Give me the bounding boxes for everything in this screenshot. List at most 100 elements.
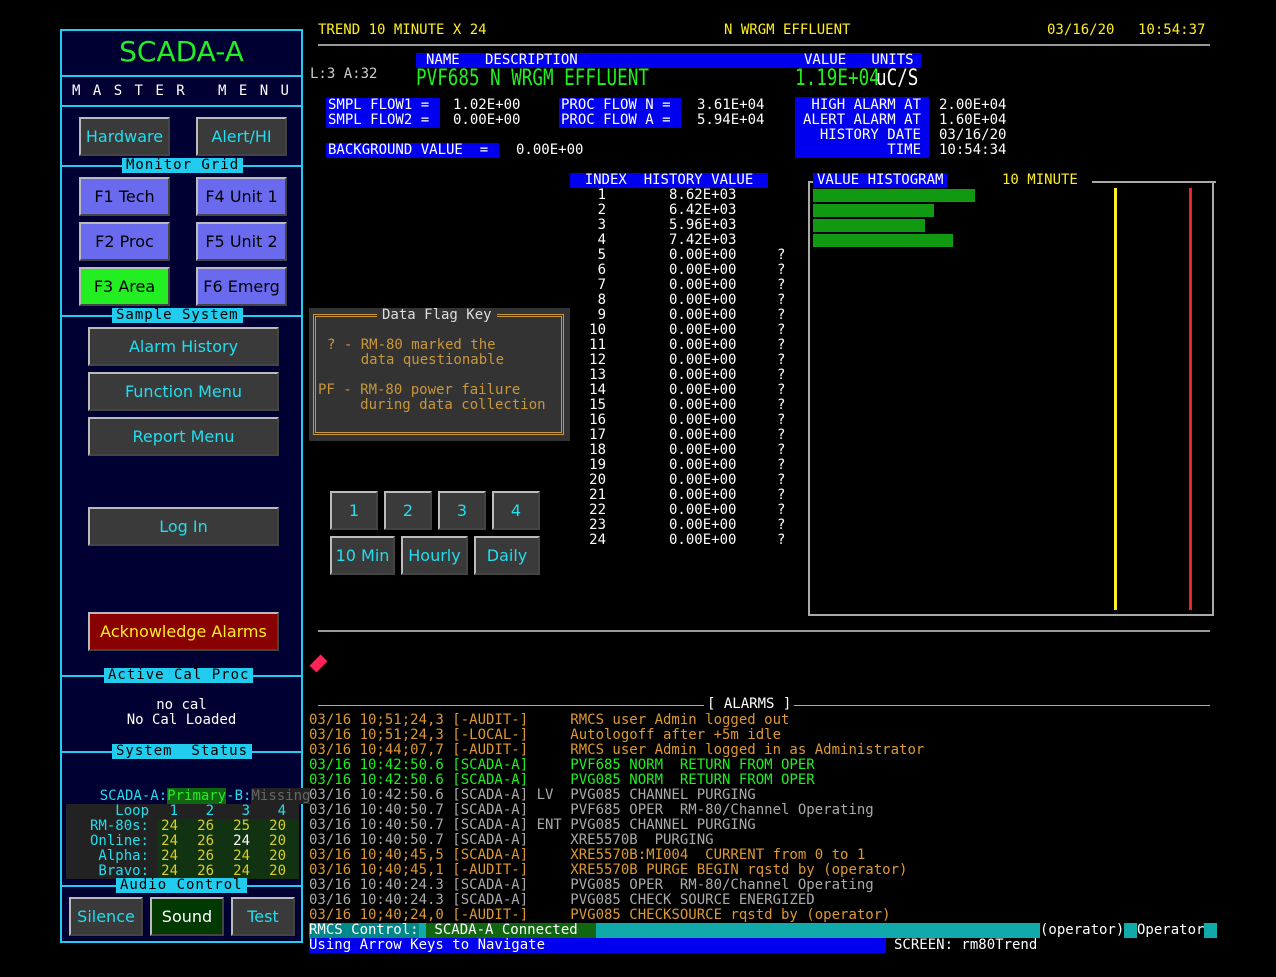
loop-row-label: Alpha: [98, 848, 149, 864]
f3-area-button[interactable]: F3 Area [79, 267, 170, 306]
alert-hi-button[interactable]: Alert/HI [196, 117, 287, 156]
history-value: 0.00E+00 [669, 322, 737, 338]
acknowledge-alarms-button[interactable]: Acknowledge Alarms [88, 612, 279, 651]
history-index: 21 [589, 487, 606, 503]
header-divider [318, 44, 1210, 46]
primary-badge: Primary [167, 788, 227, 804]
history-index: 15 [589, 397, 606, 413]
background-value: 0.00E+00 [516, 142, 584, 158]
alarm-indicator-diamond [309, 654, 328, 673]
history-value: 0.00E+00 [669, 427, 737, 443]
history-date-value: 03/16/20 [939, 127, 1007, 143]
history-flag: ? [777, 382, 786, 398]
history-index: 13 [589, 367, 606, 383]
loop-cell: 1 [169, 803, 178, 819]
range-10min-button[interactable]: 10 Min [330, 536, 395, 575]
function-menu-button[interactable]: Function Menu [88, 372, 279, 411]
range-hourly-button[interactable]: Hourly [401, 536, 468, 575]
alarm-row[interactable]: 03/16 10:40:24.3 [SCADA-A] PVG085 CHECK … [309, 893, 815, 908]
f4-unit1-button[interactable]: F4 Unit 1 [196, 177, 287, 216]
alarm-row[interactable]: 03/16 10:40:50.7 [SCADA-A] ENT PVG085 CH… [309, 818, 756, 833]
trend-divider [318, 630, 1210, 632]
trend-button-3[interactable]: 3 [438, 491, 486, 530]
silence-button[interactable]: Silence [69, 897, 143, 936]
loop-cell: 20 [269, 863, 286, 879]
history-flag: ? [777, 397, 786, 413]
alarm-row[interactable]: 03/16 10;51;24,3 [-LOCAL-] Autologoff af… [309, 728, 781, 743]
active-cal-title: Active Cal Proc [104, 668, 254, 683]
loop-cell: 25 [233, 818, 250, 834]
alarm-row[interactable]: 03/16 10;40;24,0 [-AUDIT-] PVG085 CHECKS… [309, 908, 891, 923]
trend-button-1[interactable]: 1 [330, 491, 378, 530]
range-daily-button[interactable]: Daily [474, 536, 540, 575]
f1-tech-button[interactable]: F1 Tech [79, 177, 170, 216]
loop-row-label: RM-80s: [89, 818, 149, 834]
alarm-row[interactable]: 03/16 10:42:50.6 [SCADA-A] PVG085 NORM R… [309, 773, 815, 788]
smpl-flow2-value: 0.00E+00 [453, 112, 521, 128]
histogram-bar [813, 234, 953, 247]
history-index: 17 [589, 427, 606, 443]
history-index: 11 [589, 337, 606, 353]
history-value: 0.00E+00 [669, 307, 737, 323]
loop-cell: 24 [161, 833, 178, 849]
alarm-row[interactable]: 03/16 10:42:50.6 [SCADA-A] PVF685 NORM R… [309, 758, 815, 773]
alarm-row[interactable]: 03/16 10:40:50.7 [SCADA-A] PVF685 OPER R… [309, 803, 874, 818]
history-index: 18 [589, 442, 606, 458]
histogram-bar [813, 204, 934, 217]
navigation-hint: Using Arrow Keys to Navigate [309, 937, 546, 953]
history-flag: ? [777, 352, 786, 368]
history-value: 0.00E+00 [669, 442, 737, 458]
smpl-flow1-label: SMPL FLOW1 = [326, 97, 440, 113]
alarm-row[interactable]: 03/16 10:42:50.6 [SCADA-A] LV PVG085 CHA… [309, 788, 756, 803]
header-date: 03/16/20 [1047, 22, 1115, 38]
report-menu-button[interactable]: Report Menu [88, 417, 279, 456]
histogram-plot [813, 188, 1208, 610]
history-index: 23 [589, 517, 606, 533]
f2-proc-button[interactable]: F2 Proc [79, 222, 170, 261]
sound-button[interactable]: Sound [150, 897, 224, 936]
trend-button-2[interactable]: 2 [384, 491, 432, 530]
data-flag-key-panel: Data Flag Key ? - RM-80 marked the data … [309, 308, 570, 441]
history-value: 0.00E+00 [669, 292, 737, 308]
history-table-header: INDEX HISTORY VALUE [570, 173, 768, 188]
history-value: 0.00E+00 [669, 457, 737, 473]
log-in-button[interactable]: Log In [88, 507, 279, 546]
loop-cell: 24 [161, 818, 178, 834]
alarm-row[interactable]: 03/16 10:40:24.3 [SCADA-A] PVG085 OPER R… [309, 878, 874, 893]
operator-paren-label: (operator) [1040, 922, 1125, 938]
alarm-history-button[interactable]: Alarm History [88, 327, 279, 366]
loop-cell: 2 [205, 803, 214, 819]
alarm-row[interactable]: 03/16 10:40:50.7 [SCADA-A] XRE5570B PURG… [309, 833, 714, 848]
proc-flow-a-label: PROC FLOW A = [559, 112, 682, 128]
history-value: 0.00E+00 [669, 277, 737, 293]
alarm-row[interactable]: 03/16 10;44;07,7 [-AUDIT-] RMCS user Adm… [309, 743, 924, 758]
alarm-row[interactable]: 03/16 10;51;24,3 [-AUDIT-] RMCS user Adm… [309, 713, 789, 728]
missing-badge: Missing [251, 788, 311, 804]
history-index: 7 [597, 277, 606, 293]
loop-cell: 24 [233, 848, 250, 864]
loop-row-label: Loop [115, 803, 149, 819]
alarm-row[interactable]: 03/16 10;40;45,5 [SCADA-A] XRE5570B:MI00… [309, 848, 865, 863]
alarms-title: [ ALARMS ] [704, 697, 795, 712]
hardware-button[interactable]: Hardware [79, 117, 170, 156]
history-index: 16 [589, 412, 606, 428]
history-index: 20 [589, 472, 606, 488]
history-flag: ? [777, 337, 786, 353]
loop-cell: 4 [277, 803, 286, 819]
test-button[interactable]: Test [231, 897, 295, 936]
history-value: 0.00E+00 [669, 397, 737, 413]
point-name: PVF685 [416, 66, 480, 91]
history-value: 0.00E+00 [669, 532, 737, 548]
flag-key-line-2: data questionable [327, 352, 505, 368]
audio-control-title: Audio Control [116, 878, 247, 893]
master-menu-label: M A S T E R M E N U [71, 83, 291, 99]
history-flag: ? [777, 487, 786, 503]
trend-button-4[interactable]: 4 [492, 491, 540, 530]
f6-emerg-button[interactable]: F6 Emerg [196, 267, 287, 306]
alarm-row[interactable]: 03/16 10;40;45,1 [-AUDIT-] XRE5570B PURG… [309, 863, 907, 878]
loop-cell: 20 [269, 818, 286, 834]
history-value: 0.00E+00 [669, 502, 737, 518]
alert-alarm-label: ALERT ALARM AT [802, 112, 921, 128]
flag-key-line-1: ? - RM-80 marked the [327, 337, 496, 353]
f5-unit2-button[interactable]: F5 Unit 2 [196, 222, 287, 261]
